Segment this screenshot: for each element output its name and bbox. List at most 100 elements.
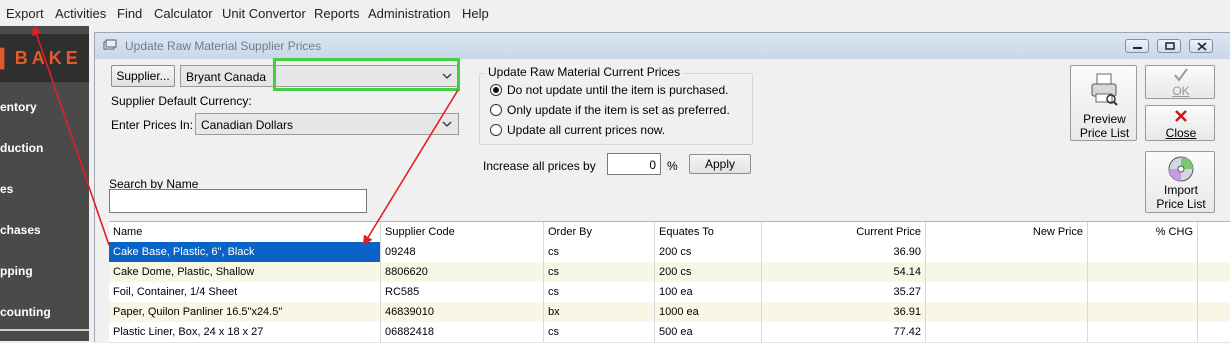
cell-new-price[interactable] bbox=[926, 322, 1088, 342]
cell-name[interactable]: Cake Dome, Plastic, Shallow bbox=[109, 262, 381, 282]
cell-pct-chg bbox=[1088, 262, 1198, 282]
logo-text: ▌BAKE bbox=[0, 48, 82, 68]
cell-new-price[interactable] bbox=[926, 302, 1088, 322]
checkmark-icon bbox=[1174, 68, 1188, 82]
import-label: Import Price List bbox=[1156, 183, 1206, 211]
restore-icon bbox=[1165, 42, 1175, 50]
cell-supplier-code[interactable]: 46839010 bbox=[381, 302, 544, 322]
cell-new-price[interactable] bbox=[926, 242, 1088, 262]
currency-dropdown[interactable]: Canadian Dollars bbox=[195, 113, 459, 135]
sidebar-item-sales[interactable]: es bbox=[0, 182, 13, 196]
radio-label: Do not update until the item is purchase… bbox=[507, 83, 729, 97]
search-input[interactable] bbox=[109, 189, 367, 213]
supplier-selected: Bryant Canada bbox=[186, 70, 267, 84]
radio-button-selected[interactable] bbox=[490, 84, 502, 96]
app-logo: ▌BAKE bbox=[0, 34, 89, 82]
menu-help[interactable]: Help bbox=[462, 6, 489, 21]
sidebar-item-shipping[interactable]: pping bbox=[0, 264, 33, 278]
minimize-button[interactable] bbox=[1125, 39, 1149, 53]
cell-new-price[interactable] bbox=[926, 282, 1088, 302]
cell-supplier-code[interactable]: RC585 bbox=[381, 282, 544, 302]
sidebar-item-production[interactable]: duction bbox=[0, 141, 43, 155]
radio-label: Only update if the item is set as prefer… bbox=[507, 103, 730, 117]
default-currency-label: Supplier Default Currency: bbox=[111, 94, 252, 108]
table-row[interactable]: Foil, Container, 1/4 Sheet RC585 cs 100 … bbox=[109, 282, 1230, 303]
cell-name[interactable]: Cake Base, Plastic, 6", Black bbox=[109, 242, 381, 262]
cell-current-price[interactable]: 35.27 bbox=[762, 282, 926, 302]
cell-order-by[interactable]: cs bbox=[544, 242, 655, 262]
menu-reports[interactable]: Reports bbox=[314, 6, 360, 21]
currency-selected: Canadian Dollars bbox=[201, 118, 294, 132]
cell-order-by[interactable]: bx bbox=[544, 302, 655, 322]
sidebar-item-inventory[interactable]: entory bbox=[0, 100, 37, 114]
cell-current-price[interactable]: 36.90 bbox=[762, 242, 926, 262]
cell-name[interactable]: Plastic Liner, Box, 24 x 18 x 27 bbox=[109, 322, 381, 342]
sidebar-item-purchases[interactable]: chases bbox=[0, 223, 41, 237]
increase-label: Increase all prices by bbox=[483, 159, 596, 173]
cell-equates-to[interactable]: 100 ea bbox=[655, 282, 762, 302]
close-button[interactable]: Close bbox=[1145, 105, 1215, 141]
preview-price-list-button[interactable]: Preview Price List bbox=[1070, 65, 1137, 141]
column-header-name[interactable]: Name bbox=[109, 222, 381, 242]
printer-icon bbox=[1091, 73, 1118, 106]
preview-label: Preview Price List bbox=[1079, 112, 1130, 140]
cell-new-price[interactable] bbox=[926, 262, 1088, 282]
ok-button[interactable]: OK bbox=[1145, 65, 1215, 99]
percent-unit: % bbox=[667, 159, 678, 173]
cell-equates-to[interactable]: 500 ea bbox=[655, 322, 762, 342]
apply-button[interactable]: Apply bbox=[689, 154, 751, 174]
cell-order-by[interactable]: cs bbox=[544, 262, 655, 282]
supplier-dropdown[interactable]: Bryant Canada bbox=[180, 65, 459, 87]
table-row[interactable]: Paper, Quilon Panliner 16.5"x24.5" 46839… bbox=[109, 302, 1230, 323]
cell-supplier-code[interactable]: 06882418 bbox=[381, 322, 544, 342]
close-label: Close bbox=[1165, 126, 1197, 140]
radio-button[interactable] bbox=[490, 104, 502, 116]
menu-export[interactable]: Export bbox=[6, 6, 44, 21]
cell-pct-chg bbox=[1088, 302, 1198, 322]
column-header-order-by[interactable]: Order By bbox=[544, 222, 655, 242]
cd-disc-icon bbox=[1168, 156, 1194, 182]
restore-button[interactable] bbox=[1157, 39, 1181, 53]
menu-unit-convertor[interactable]: Unit Convertor bbox=[222, 6, 306, 21]
close-x-icon bbox=[1175, 110, 1187, 122]
minimize-icon bbox=[1133, 47, 1142, 49]
column-header-equates-to[interactable]: Equates To bbox=[655, 222, 762, 242]
column-header-pct-chg[interactable]: % CHG bbox=[1088, 222, 1198, 242]
cell-name[interactable]: Foil, Container, 1/4 Sheet bbox=[109, 282, 381, 302]
menu-administration[interactable]: Administration bbox=[368, 6, 450, 21]
window-title: Update Raw Material Supplier Prices bbox=[125, 39, 322, 53]
menu-calculator[interactable]: Calculator bbox=[154, 6, 213, 21]
increase-percent-input[interactable]: 0 bbox=[607, 153, 661, 175]
cell-order-by[interactable]: cs bbox=[544, 282, 655, 302]
cell-equates-to[interactable]: 1000 ea bbox=[655, 302, 762, 322]
column-header-new-price[interactable]: New Price bbox=[926, 222, 1088, 242]
window-app-icon bbox=[103, 39, 117, 50]
cell-current-price[interactable]: 54.14 bbox=[762, 262, 926, 282]
menu-find[interactable]: Find bbox=[117, 6, 142, 21]
column-header-supplier-code[interactable]: Supplier Code bbox=[381, 222, 544, 242]
cell-current-price[interactable]: 36.91 bbox=[762, 302, 926, 322]
close-window-button[interactable] bbox=[1189, 39, 1213, 53]
table-row[interactable]: Cake Base, Plastic, 6", Black 09248 cs 2… bbox=[109, 242, 1230, 263]
cell-supplier-code[interactable]: 09248 bbox=[381, 242, 544, 262]
app-sidebar: ▌BAKE entory duction es chases pping cou… bbox=[0, 26, 89, 341]
import-price-list-button[interactable]: Import Price List bbox=[1145, 151, 1215, 213]
enter-prices-label: Enter Prices In: bbox=[111, 118, 194, 132]
column-header-current-price[interactable]: Current Price bbox=[762, 222, 926, 242]
cell-current-price[interactable]: 77.42 bbox=[762, 322, 926, 342]
cell-pct-chg bbox=[1088, 282, 1198, 302]
grid-header: Name Supplier Code Order By Equates To C… bbox=[109, 222, 1230, 243]
cell-name[interactable]: Paper, Quilon Panliner 16.5"x24.5" bbox=[109, 302, 381, 322]
sidebar-item-accounting[interactable]: counting bbox=[0, 305, 51, 319]
menu-activities[interactable]: Activities bbox=[55, 6, 106, 21]
cell-equates-to[interactable]: 200 cs bbox=[655, 262, 762, 282]
cell-supplier-code[interactable]: 8806620 bbox=[381, 262, 544, 282]
table-row[interactable]: Plastic Liner, Box, 24 x 18 x 27 0688241… bbox=[109, 322, 1230, 343]
cell-order-by[interactable]: cs bbox=[544, 322, 655, 342]
cell-pct-chg bbox=[1088, 322, 1198, 342]
window-titlebar: Update Raw Material Supplier Prices bbox=[95, 33, 1230, 59]
supplier-button[interactable]: Supplier... bbox=[111, 65, 175, 87]
table-row[interactable]: Cake Dome, Plastic, Shallow 8806620 cs 2… bbox=[109, 262, 1230, 283]
cell-equates-to[interactable]: 200 cs bbox=[655, 242, 762, 262]
radio-button[interactable] bbox=[490, 124, 502, 136]
